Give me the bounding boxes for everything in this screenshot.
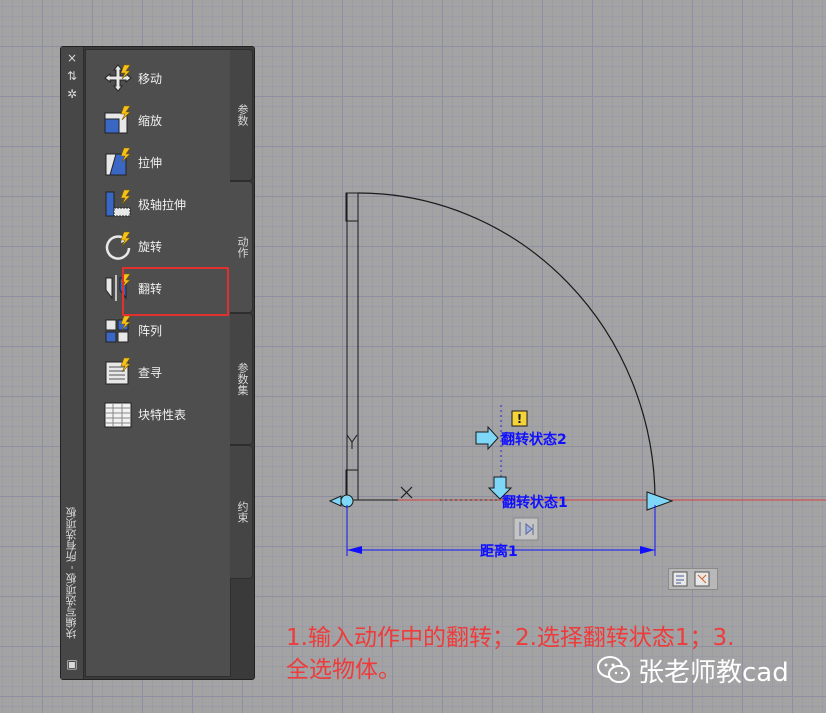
tab-actions-label: 动作 — [236, 236, 249, 258]
tab-actions[interactable]: 动作 — [230, 181, 253, 313]
palette-title: 块编写选项板 - 所有选项板 — [65, 507, 78, 639]
block-authoring-palette: × ⇅ ✲ 块编写选项板 - 所有选项板 ▣ 移动 缩放 拉伸 极轴拉伸 旋转 … — [60, 46, 255, 680]
array-icon — [102, 314, 134, 346]
distance-grip-arrow-icon[interactable] — [646, 491, 674, 511]
tab-constraints[interactable]: 约束 — [230, 445, 253, 579]
tool-array[interactable]: 阵列 — [102, 312, 228, 348]
tool-move-label: 移动 — [138, 71, 163, 86]
tool-array-label: 阵列 — [138, 323, 163, 338]
rotate-icon — [102, 230, 134, 262]
tab-constraints-label: 约束 — [236, 501, 249, 523]
flip-state-2-label[interactable]: 翻转状态2 — [501, 431, 567, 448]
base-point-arrow-icon — [328, 495, 342, 507]
close-icon[interactable]: × — [65, 51, 79, 65]
palette-titlebar[interactable]: × ⇅ ✲ 块编写选项板 - 所有选项板 ▣ — [61, 47, 84, 679]
tool-stretch[interactable]: 拉伸 — [102, 144, 228, 180]
watermark: 张老师教cad — [596, 652, 789, 688]
wechat-icon — [597, 656, 630, 683]
tool-move[interactable]: 移动 — [102, 60, 228, 96]
tool-polar-stretch[interactable]: 极轴拉伸 — [102, 186, 228, 222]
base-point-x-icon — [400, 486, 413, 499]
door-leaf-mark-icon — [346, 434, 358, 449]
actions-panel: 移动 缩放 拉伸 极轴拉伸 旋转 翻转 阵列 查寻 块特性表 — [85, 49, 231, 677]
warning-badge-text: ! — [517, 412, 522, 426]
lookup-icon — [102, 356, 134, 388]
tool-rotate[interactable]: 旋转 — [102, 228, 228, 264]
door-swing-arc[interactable] — [357, 192, 656, 501]
action-grip-box[interactable] — [668, 568, 718, 590]
tab-parameter-sets[interactable]: 参数集 — [230, 313, 253, 445]
tab-parameter-sets-label: 参数集 — [236, 362, 249, 396]
tool-block-properties-table[interactable]: 块特性表 — [102, 396, 228, 432]
tool-polar-stretch-label: 极轴拉伸 — [138, 197, 187, 212]
tab-parameters-label: 参数 — [236, 104, 249, 126]
tool-scale[interactable]: 缩放 — [102, 102, 228, 138]
tool-lookup-label: 查寻 — [138, 365, 163, 380]
tool-block-properties-table-label: 块特性表 — [138, 407, 187, 422]
scale-icon — [102, 104, 134, 136]
block-properties-table-icon — [102, 398, 134, 430]
tool-lookup[interactable]: 查寻 — [102, 354, 228, 390]
dimension-arrow-left-icon — [347, 546, 362, 554]
watermark-text: 张老师教cad — [638, 657, 789, 688]
move-icon — [102, 62, 134, 94]
flip-state-1-label[interactable]: 翻转状态1 — [502, 494, 568, 511]
palette-menu-icon[interactable]: ▣ — [65, 657, 79, 671]
properties-icon[interactable]: ✲ — [65, 87, 79, 101]
door-hinge-top — [345, 192, 359, 222]
dimension-label[interactable]: 距离1 — [480, 543, 518, 560]
tab-parameters[interactable]: 参数 — [230, 49, 253, 181]
tool-rotate-label: 旋转 — [138, 239, 163, 254]
action-grip-icons — [672, 571, 710, 587]
flip-state-2-arrow-icon[interactable] — [475, 425, 499, 451]
autohide-icon[interactable]: ⇅ — [65, 69, 79, 83]
tool-stretch-label: 拉伸 — [138, 155, 163, 170]
instruction-line-1: 1.输入动作中的翻转；2.选择翻转状态1；3. — [286, 625, 735, 651]
tool-scale-label: 缩放 — [138, 113, 163, 128]
polar-stretch-icon — [102, 188, 134, 220]
door-leaf[interactable] — [346, 192, 359, 501]
stretch-icon — [102, 146, 134, 178]
flip-tool-highlight — [122, 267, 229, 316]
dimension-arrow-right-icon — [640, 546, 655, 554]
